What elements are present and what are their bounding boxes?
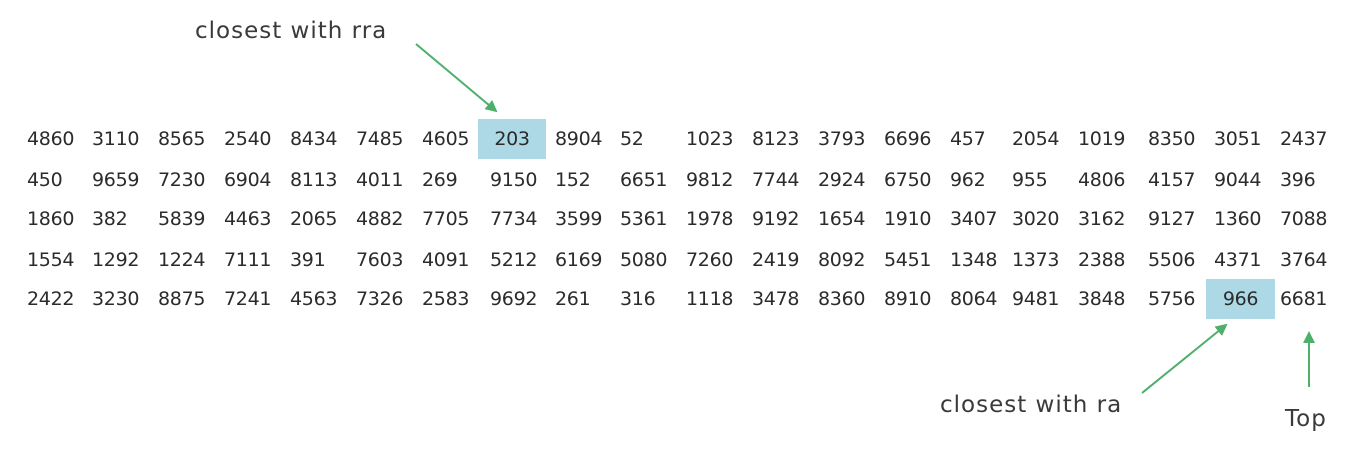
- annotation-arrows: [415, 43, 1315, 394]
- arrow-to-203: [415, 43, 498, 113]
- number-grid-diagram: 4860 3110 8565 2540 8434 7485 4605 203 8904 52 102…: [0, 0, 1366, 456]
- arrow-to-966: [1141, 323, 1228, 394]
